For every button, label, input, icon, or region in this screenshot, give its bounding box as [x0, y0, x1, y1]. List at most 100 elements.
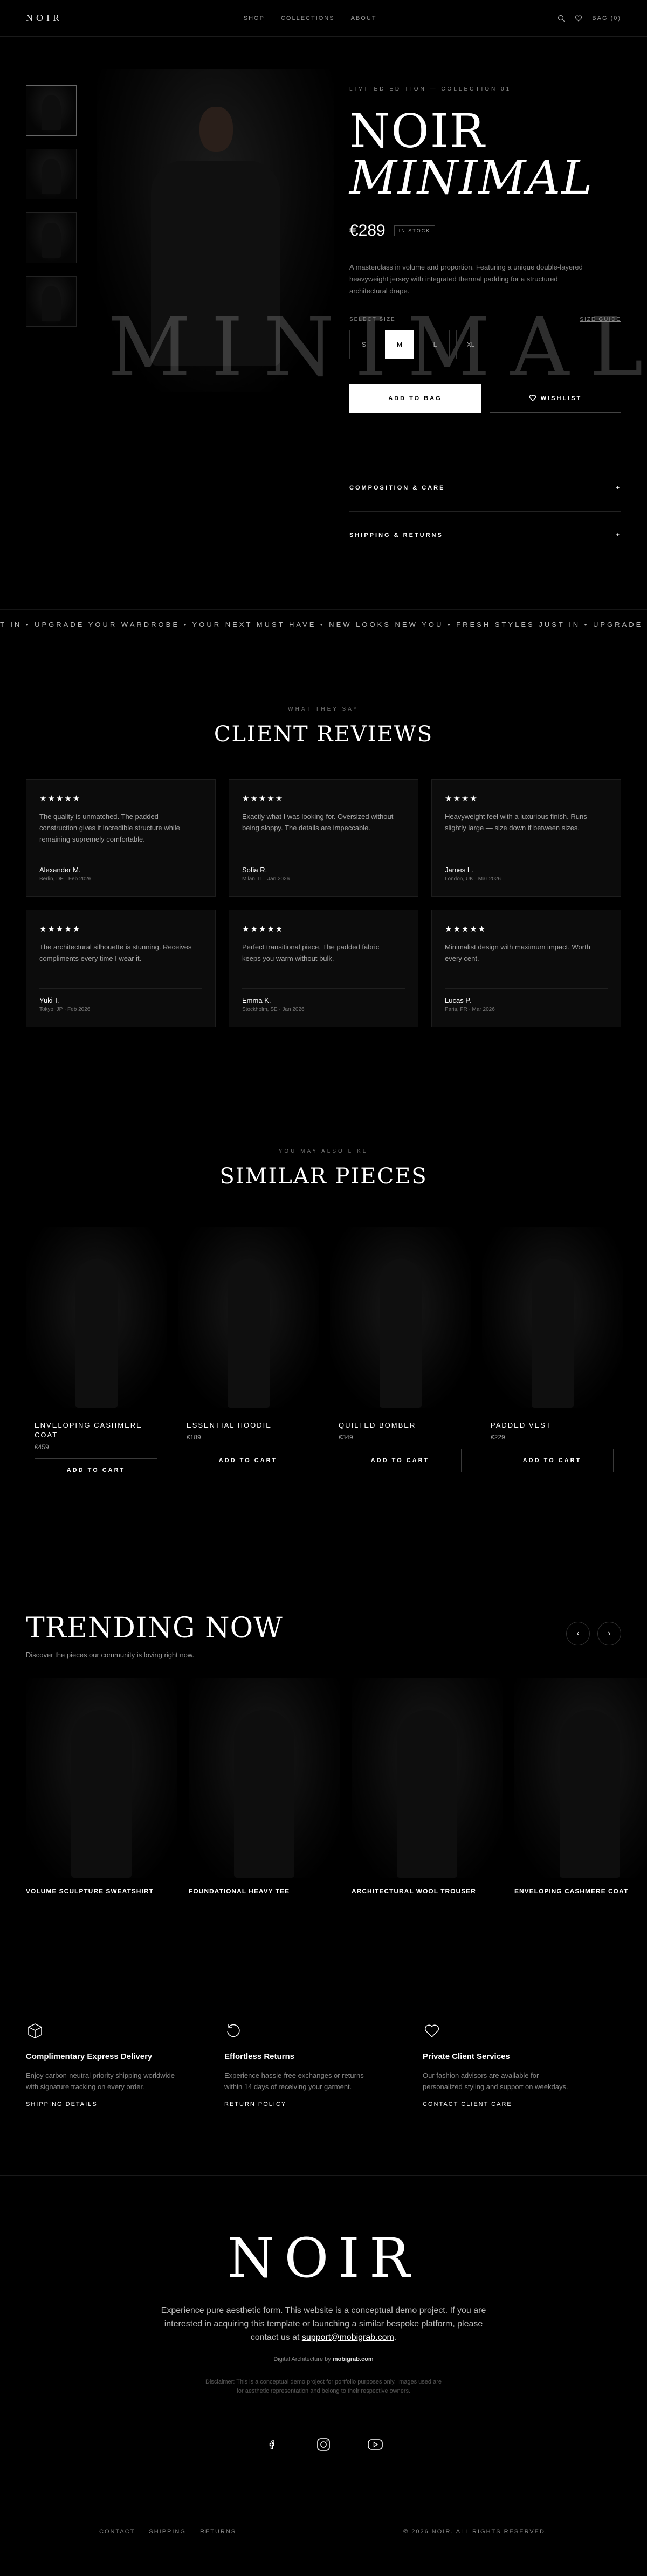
star-rating: ★★★★★: [242, 794, 284, 803]
credit-link[interactable]: mobigrab.com: [333, 2356, 374, 2363]
product-card[interactable]: ENVELOPING CASHMERE COAT €459 ADD TO CART: [26, 1227, 167, 1482]
product-name[interactable]: VOLUME SCULPTURE SWEATSHIRT: [26, 1888, 177, 1895]
trending-section: TRENDING NOW Discover the pieces our com…: [0, 1612, 647, 1895]
review-card: ★★★★★ Exactly what I was looking for. Ove…: [229, 779, 418, 897]
product-card[interactable]: PADDED VEST €229 ADD TO CART: [482, 1227, 623, 1482]
product-name[interactable]: FOUNDATIONAL HEAVY TEE: [189, 1888, 340, 1895]
nav-about[interactable]: ABOUT: [351, 15, 377, 22]
feature-link[interactable]: CONTACT CLIENT CARE: [423, 2101, 621, 2107]
product-card[interactable]: QUILTED BOMBER €349 ADD TO CART: [330, 1227, 471, 1482]
reviewer-name: Sofia R.: [242, 866, 267, 874]
facebook-icon[interactable]: [261, 2434, 283, 2455]
wishlist-label: WISHLIST: [540, 395, 582, 402]
product-image[interactable]: [189, 1678, 340, 1878]
trending-card[interactable]: FOUNDATIONAL HEAVY TEE: [189, 1678, 340, 1895]
accordion-composition[interactable]: COMPOSITION & CARE +: [349, 464, 621, 512]
review-text: Heavyweight feel with a luxurious finish…: [445, 812, 587, 832]
product-name[interactable]: QUILTED BOMBER: [339, 1421, 463, 1430]
star-rating: ★★★★★: [39, 925, 81, 934]
reviews-section: WHAT THEY SAY CLIENT REVIEWS ★★★★★ The qu…: [0, 706, 647, 1027]
next-arrow-icon[interactable]: ›: [597, 1622, 621, 1645]
main-menu: SHOP COLLECTIONS ABOUT: [244, 15, 377, 22]
footer-link-contact[interactable]: CONTACT: [99, 2529, 135, 2535]
thumbnail[interactable]: [26, 212, 77, 263]
size-option[interactable]: L: [421, 330, 450, 359]
review-grid: ★★★★★ The quality is unmatched. The padde…: [26, 779, 621, 1027]
product-image[interactable]: [352, 1678, 503, 1878]
product-image[interactable]: [26, 1227, 167, 1408]
return-icon: [224, 2022, 243, 2040]
size-guide-link[interactable]: SIZE GUIDE: [580, 316, 621, 322]
product-image[interactable]: [514, 1678, 647, 1878]
product-name[interactable]: ESSENTIAL HOODIE: [187, 1421, 311, 1430]
nav-actions: BAG (0): [557, 15, 621, 22]
thumbnail[interactable]: [26, 149, 77, 199]
product-price: €229: [491, 1434, 505, 1441]
section-eyebrow: YOU MAY ALSO LIKE: [278, 1148, 369, 1154]
review-meta: Tokyo, JP · Feb 2026: [39, 1007, 91, 1013]
feature-link[interactable]: SHIPPING DETAILS: [26, 2101, 224, 2107]
review-card: ★★★★★ Minimalist design with maximum impa…: [431, 910, 621, 1027]
section-subtitle: Discover the pieces our community is lov…: [26, 1651, 195, 1659]
accordion-label: SHIPPING & RETURNS: [349, 532, 443, 539]
review-text: Perfect transitional piece. The padded f…: [242, 943, 380, 962]
product-image[interactable]: [482, 1227, 623, 1408]
add-to-cart-button[interactable]: ADD TO CART: [339, 1449, 462, 1472]
review-card: ★★★★★ The architectural silhouette is stu…: [26, 910, 216, 1027]
wishlist-button[interactable]: WISHLIST: [490, 384, 621, 413]
footer-link-shipping[interactable]: SHIPPING: [149, 2529, 186, 2535]
add-to-cart-button[interactable]: ADD TO CART: [35, 1458, 157, 1482]
nav-shop[interactable]: SHOP: [244, 15, 265, 22]
logo[interactable]: NOIR: [26, 12, 63, 24]
instagram-icon[interactable]: [313, 2434, 334, 2455]
stock-badge: IN STOCK: [394, 225, 436, 236]
trending-card[interactable]: ARCHITECTURAL WOOL TROUSER: [352, 1678, 503, 1895]
size-label: SELECT SIZE: [349, 316, 396, 322]
add-to-cart-button[interactable]: ADD TO CART: [491, 1449, 614, 1472]
size-option[interactable]: XL: [456, 330, 485, 359]
size-option-selected[interactable]: M: [385, 330, 414, 359]
marquee-text: T IN • UPGRADE YOUR WARDROBE • YOUR NEXT…: [0, 620, 647, 629]
nav-collections[interactable]: COLLECTIONS: [281, 15, 335, 22]
product-description: A masterclass in volume and proportion. …: [349, 263, 583, 295]
product-image[interactable]: [330, 1227, 471, 1408]
review-text: Exactly what I was looking for. Oversize…: [242, 812, 394, 832]
footer-bottom-bar: CONTACT SHIPPING RETURNS © 2026 NOIR. AL…: [0, 2518, 647, 2545]
product-image[interactable]: [178, 1227, 319, 1408]
accordion-shipping[interactable]: SHIPPING & RETURNS +: [349, 512, 621, 559]
review-text: Minimalist design with maximum impact. W…: [445, 943, 590, 962]
section-title: CLIENT REVIEWS: [214, 722, 433, 747]
product-image[interactable]: [26, 1678, 177, 1878]
heart-icon[interactable]: [575, 15, 582, 22]
youtube-icon[interactable]: [364, 2434, 386, 2455]
reviewer-name: Alexander M.: [39, 866, 81, 874]
thumbnail[interactable]: [26, 276, 77, 327]
feature-link[interactable]: RETURN POLICY: [224, 2101, 423, 2107]
trending-card[interactable]: ENVELOPING CASHMERE COAT: [514, 1678, 647, 1895]
footer-link-returns[interactable]: RETURNS: [200, 2529, 236, 2535]
email-link[interactable]: support@mobigrab.com: [302, 2333, 394, 2342]
product-name[interactable]: ENVELOPING CASHMERE COAT: [514, 1888, 647, 1895]
copyright: © 2026 NOIR. ALL RIGHTS RESERVED.: [403, 2529, 548, 2535]
social-links: [0, 2434, 647, 2455]
product-name[interactable]: PADDED VEST: [491, 1421, 615, 1430]
product-price: €349: [339, 1434, 353, 1441]
size-option[interactable]: S: [349, 330, 378, 359]
product-title: NOIR: [349, 105, 486, 159]
thumbnail[interactable]: [26, 85, 77, 136]
product-title-italic: MINIMAL: [349, 151, 594, 205]
review-card: ★★★★★ The quality is unmatched. The padde…: [26, 779, 216, 897]
disclaimer: Disclaimer: This is a conceptual demo pr…: [205, 2379, 442, 2394]
search-icon[interactable]: [557, 15, 565, 22]
review-meta: Stockholm, SE · Jan 2026: [242, 1007, 305, 1013]
prev-arrow-icon[interactable]: ‹: [566, 1622, 590, 1645]
add-to-cart-button[interactable]: ADD TO CART: [187, 1449, 309, 1472]
trending-card[interactable]: VOLUME SCULPTURE SWEATSHIRT: [26, 1678, 177, 1895]
bag-link[interactable]: BAG (0): [592, 15, 621, 22]
feature-text: Experience hassle-free exchanges or retu…: [224, 2071, 364, 2091]
product-name[interactable]: ARCHITECTURAL WOOL TROUSER: [352, 1888, 503, 1895]
add-to-bag-button[interactable]: ADD TO BAG: [349, 384, 481, 413]
footer: NOIR Experience pure aesthetic form. Thi…: [0, 2227, 647, 2455]
product-card[interactable]: ESSENTIAL HOODIE €189 ADD TO CART: [178, 1227, 319, 1482]
product-name[interactable]: ENVELOPING CASHMERE COAT: [35, 1421, 159, 1440]
